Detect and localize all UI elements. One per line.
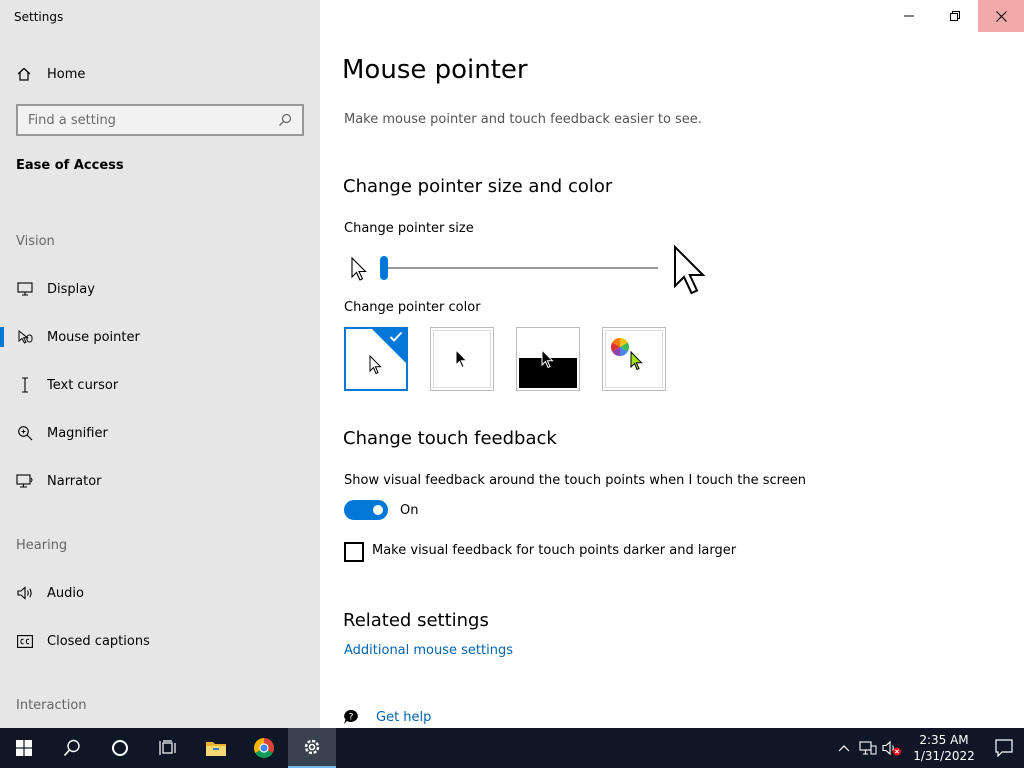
inverted-pointer-icon	[541, 348, 554, 369]
task-view-icon	[159, 740, 176, 755]
search-input[interactable]	[28, 112, 268, 128]
windows-logo-icon	[16, 740, 32, 756]
color-wheel-icon	[610, 338, 630, 356]
restore-icon	[950, 11, 960, 21]
sidebar-item-label: Narrator	[47, 473, 102, 489]
clock[interactable]: 2:35 AM 1/31/2022	[904, 732, 984, 764]
checkmark-icon	[389, 331, 403, 342]
pointer-color-custom[interactable]	[602, 327, 666, 391]
pointer-color-white[interactable]	[344, 327, 408, 391]
sidebar-item-text-cursor[interactable]: Text cursor	[0, 365, 320, 405]
volume-button[interactable]	[880, 728, 904, 768]
clock-time: 2:35 AM	[919, 733, 969, 747]
app-title: Settings	[14, 10, 64, 24]
sidebar: Settings Home Ease of Access Vision Disp…	[0, 0, 320, 728]
pointer-section-heading: Change pointer size and color	[343, 176, 613, 197]
custom-pointer-icon	[630, 350, 643, 371]
sidebar-item-label: Text cursor	[47, 377, 119, 393]
audio-icon	[16, 584, 34, 602]
taskbar-search-button[interactable]	[48, 728, 96, 768]
home-icon	[17, 67, 31, 81]
gear-icon	[304, 739, 320, 755]
pointer-size-slider[interactable]	[344, 244, 714, 295]
show-hidden-icons-button[interactable]	[832, 728, 856, 768]
taskbar: 2:35 AM 1/31/2022	[0, 728, 1024, 768]
restore-button[interactable]	[932, 0, 978, 32]
system-tray: 2:35 AM 1/31/2022	[832, 728, 1024, 768]
network-button[interactable]	[856, 728, 880, 768]
chevron-up-icon	[838, 745, 850, 752]
search-icon[interactable]	[278, 113, 292, 127]
svg-text:?: ?	[349, 713, 354, 723]
folder-icon	[206, 742, 226, 756]
sidebar-item-label: Display	[47, 281, 95, 297]
sidebar-item-audio[interactable]: Audio	[0, 573, 320, 613]
toggle-state-label: On	[400, 503, 419, 518]
small-pointer-icon	[351, 256, 367, 281]
close-icon	[995, 10, 1007, 22]
page-title: Mouse pointer	[342, 55, 528, 85]
text-cursor-icon	[16, 376, 34, 394]
sidebar-item-label: Closed captions	[47, 633, 150, 649]
slider-track[interactable]	[380, 267, 658, 269]
chrome-button[interactable]	[240, 728, 288, 768]
home-label: Home	[47, 66, 86, 82]
settings-taskbar-button[interactable]	[288, 728, 336, 768]
touch-section-heading: Change touch feedback	[343, 428, 557, 449]
sidebar-item-closed-captions[interactable]: Closed captions	[0, 621, 320, 661]
sidebar-item-label: Mouse pointer	[47, 329, 140, 345]
search-box[interactable]	[16, 104, 304, 136]
group-label-hearing: Hearing	[16, 538, 68, 553]
touch-feedback-label: Show visual feedback around the touch po…	[344, 473, 806, 488]
chrome-icon	[254, 738, 274, 758]
black-pointer-icon	[455, 348, 468, 369]
narrator-icon	[16, 472, 34, 490]
darker-feedback-label[interactable]: Make visual feedback for touch points da…	[372, 543, 736, 558]
group-label-interaction: Interaction	[16, 698, 87, 713]
mouse-pointer-icon	[16, 328, 34, 346]
get-help-link[interactable]: Get help	[376, 710, 431, 725]
sidebar-item-label: Audio	[47, 585, 84, 601]
minimize-button[interactable]	[886, 0, 932, 32]
close-button[interactable]	[978, 0, 1024, 32]
large-pointer-icon	[674, 244, 706, 295]
touch-feedback-toggle[interactable]	[344, 500, 388, 520]
related-settings-heading: Related settings	[343, 610, 489, 631]
file-explorer-button[interactable]	[192, 728, 240, 768]
network-icon	[859, 741, 877, 755]
action-center-button[interactable]	[984, 728, 1024, 768]
sidebar-item-label: Magnifier	[47, 425, 108, 441]
group-label-vision: Vision	[16, 234, 55, 249]
pointer-color-inverted[interactable]	[516, 327, 580, 391]
start-button[interactable]	[0, 728, 48, 768]
closed-captions-icon	[16, 632, 34, 650]
sidebar-item-magnifier[interactable]: Magnifier	[0, 413, 320, 453]
sidebar-item-narrator[interactable]: Narrator	[0, 461, 320, 501]
slider-thumb[interactable]	[380, 256, 388, 280]
sidebar-item-mouse-pointer[interactable]: Mouse pointer	[0, 317, 320, 357]
volume-muted-icon	[882, 740, 901, 756]
search-icon	[63, 739, 80, 757]
page-description: Make mouse pointer and touch feedback ea…	[344, 112, 702, 127]
help-icon[interactable]: ?	[343, 709, 361, 726]
section-title: Ease of Access	[16, 158, 124, 173]
cortana-button[interactable]	[96, 728, 144, 768]
additional-mouse-settings-link[interactable]: Additional mouse settings	[344, 643, 513, 658]
sidebar-item-display[interactable]: Display	[0, 269, 320, 309]
window-controls	[886, 0, 1024, 32]
pointer-color-label: Change pointer color	[344, 300, 481, 315]
clock-date: 1/31/2022	[913, 749, 975, 763]
minimize-icon	[904, 15, 914, 17]
darker-feedback-checkbox[interactable]	[344, 542, 364, 562]
pointer-size-label: Change pointer size	[344, 221, 474, 236]
task-view-button[interactable]	[144, 728, 192, 768]
pointer-color-black[interactable]	[430, 327, 494, 391]
cortana-icon	[112, 740, 128, 756]
notification-icon	[995, 739, 1013, 757]
magnifier-icon	[16, 424, 34, 442]
display-icon	[16, 280, 34, 298]
home-nav-item[interactable]: Home	[16, 63, 85, 85]
